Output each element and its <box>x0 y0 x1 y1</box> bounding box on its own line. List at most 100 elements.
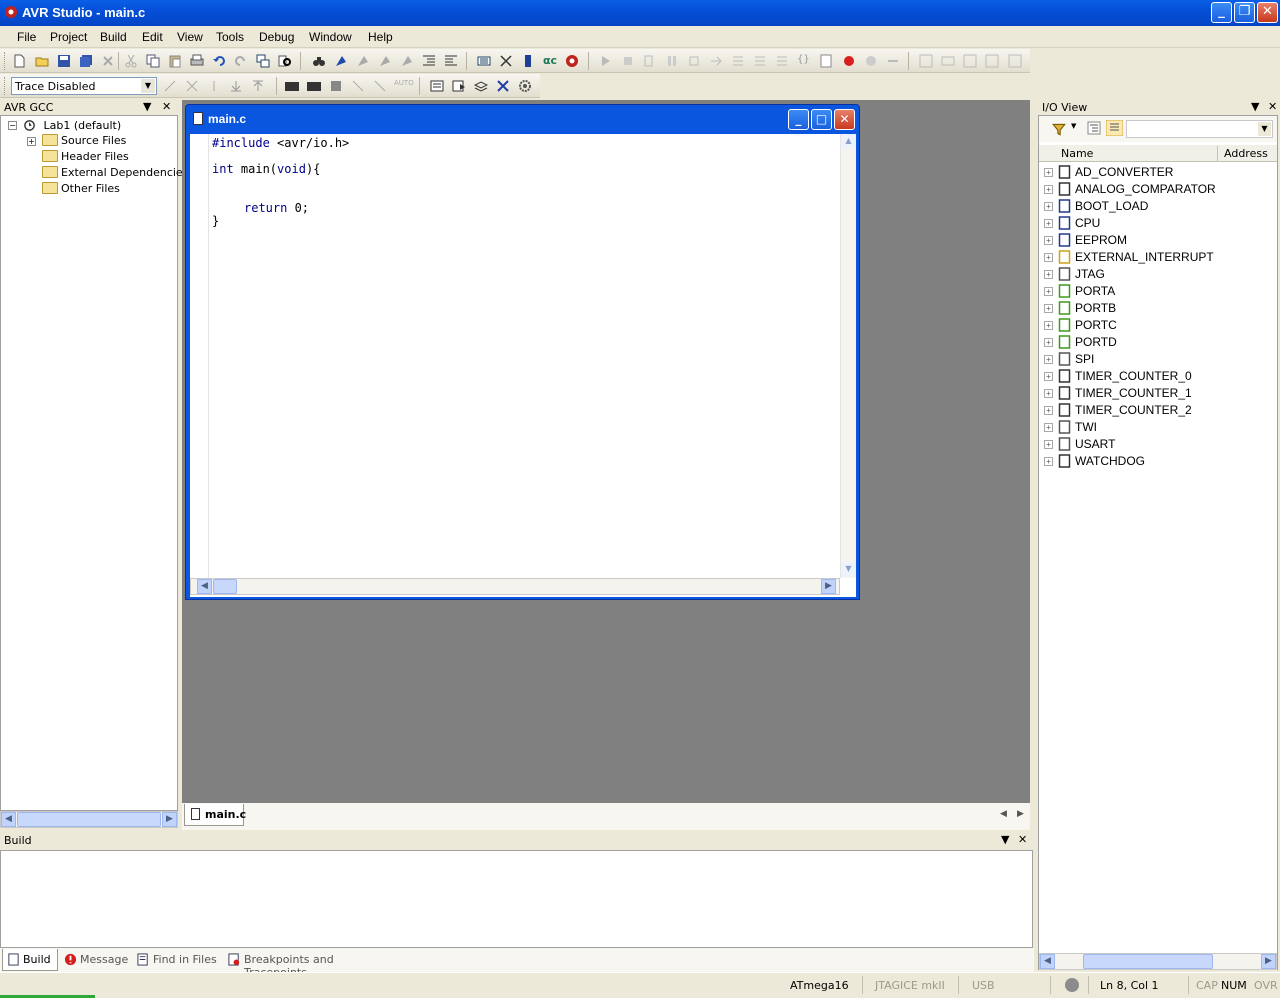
panel-close-icon[interactable]: ✕ <box>1018 833 1027 846</box>
auto-step-icon[interactable] <box>775 54 789 68</box>
menu-help[interactable]: Help <box>368 30 393 44</box>
stop-icon[interactable] <box>621 54 635 68</box>
tab-message[interactable]: Message <box>60 949 132 971</box>
maximize-button[interactable]: ❐ <box>1234 2 1255 23</box>
chip-icon[interactable] <box>521 54 535 68</box>
scroll-thumb[interactable] <box>213 579 237 594</box>
memory-view-icon[interactable] <box>941 54 955 68</box>
collapse-toggle[interactable]: − <box>8 121 17 130</box>
io-view-toggle-icon[interactable] <box>1008 54 1022 68</box>
expand-toggle[interactable]: + <box>1044 270 1053 279</box>
con-icon[interactable] <box>285 79 299 93</box>
editor-vscrollbar[interactable]: ▲ ▼ <box>840 134 856 578</box>
close-button[interactable]: ✕ <box>1257 2 1278 23</box>
tab-breakpoints[interactable]: Breakpoints and Tracepoints <box>224 949 396 979</box>
left-panel-hscrollbar[interactable]: ◀ ▶ <box>0 811 178 828</box>
prev-bookmark-icon[interactable] <box>378 54 392 68</box>
expand-toggle[interactable]: + <box>1044 253 1053 262</box>
compile-icon[interactable]: αc <box>543 54 557 68</box>
chevron-down-icon[interactable]: ▼ <box>1071 122 1076 130</box>
toolbar-grip[interactable] <box>4 52 7 70</box>
delete-icon[interactable] <box>496 79 510 93</box>
indent-icon[interactable] <box>422 54 436 68</box>
rebuild-icon[interactable] <box>499 54 513 68</box>
tree-item-project[interactable]: Lab1 (default) <box>22 118 121 134</box>
expand-toggle[interactable]: + <box>1044 287 1053 296</box>
expand-toggle[interactable]: + <box>1044 423 1053 432</box>
panel-dropdown-icon[interactable]: ▼ <box>143 100 151 113</box>
watch-icon[interactable] <box>886 54 900 68</box>
panel-close-icon[interactable]: ✕ <box>162 100 171 113</box>
scroll-left-icon[interactable]: ◀ <box>197 579 212 594</box>
tree-item-other-files[interactable]: Other Files <box>42 182 120 198</box>
settings-stack-icon[interactable] <box>474 79 488 93</box>
print-icon[interactable] <box>190 54 204 68</box>
scroll-thumb[interactable] <box>1083 954 1213 969</box>
build-icon[interactable] <box>477 54 491 68</box>
expand-toggle[interactable]: + <box>1044 440 1053 449</box>
column-name[interactable]: Name <box>1061 147 1093 160</box>
menu-view[interactable]: View <box>177 30 203 44</box>
scroll-down-icon[interactable]: ▼ <box>841 562 856 577</box>
trace-select[interactable]: Trace Disabled ▼ <box>11 77 157 95</box>
expand-toggle[interactable]: + <box>27 137 36 146</box>
column-address[interactable]: Address <box>1224 147 1268 160</box>
clear-bookmarks-icon[interactable] <box>400 54 414 68</box>
list-view-icon[interactable] <box>1106 120 1123 136</box>
braces-icon[interactable]: {} <box>797 54 811 68</box>
editor-hscrollbar[interactable]: ◀ ▶ <box>190 578 840 595</box>
tab-main-c[interactable]: main.c <box>184 804 246 826</box>
build-output[interactable] <box>0 850 1033 948</box>
tab-prev-icon[interactable]: ◀ <box>1000 809 1007 819</box>
toolbar-grip[interactable] <box>4 77 7 95</box>
run-icon[interactable] <box>599 54 613 68</box>
menu-window[interactable]: Window <box>309 30 352 44</box>
expand-toggle[interactable]: + <box>1044 389 1053 398</box>
editor-close-button[interactable]: ✕ <box>834 109 855 130</box>
run-to-cursor-icon[interactable] <box>753 54 767 68</box>
download-icon[interactable] <box>229 79 243 93</box>
expand-toggle[interactable]: + <box>1044 168 1053 177</box>
windows-icon[interactable] <box>256 54 270 68</box>
processor-view-icon[interactable] <box>919 54 933 68</box>
auto-icon[interactable]: AUTO <box>394 79 414 93</box>
expand-toggle[interactable]: + <box>1044 321 1053 330</box>
tab-find-in-files[interactable]: Find in Files <box>133 949 223 971</box>
reset-target-icon[interactable] <box>351 79 365 93</box>
expand-toggle[interactable]: + <box>1044 406 1053 415</box>
step-into-icon[interactable] <box>687 54 701 68</box>
memory-icon[interactable] <box>430 79 444 93</box>
expand-toggle[interactable]: + <box>1044 185 1053 194</box>
editor-minimize-button[interactable]: _ <box>788 109 809 130</box>
upload-icon[interactable] <box>251 79 265 93</box>
pause-icon[interactable] <box>665 54 679 68</box>
scroll-right-icon[interactable]: ▶ <box>162 812 177 827</box>
panel-dropdown-icon[interactable]: ▼ <box>1251 100 1259 113</box>
panel-close-icon[interactable]: ✕ <box>1268 100 1277 113</box>
gear-icon[interactable] <box>518 79 532 93</box>
chevron-down-icon[interactable]: ▼ <box>1258 122 1271 136</box>
next-bookmark-icon[interactable] <box>356 54 370 68</box>
io-search-combo[interactable]: ▼ <box>1126 120 1273 138</box>
io-filter-icon[interactable] <box>1051 121 1067 137</box>
tab-build[interactable]: Build <box>2 949 58 971</box>
watch-view-icon[interactable] <box>985 54 999 68</box>
code-editor[interactable]: #include <avr/io.h> int main(void){ retu… <box>190 134 856 597</box>
reset-icon[interactable] <box>643 54 657 68</box>
disassembler-icon[interactable] <box>819 54 833 68</box>
scroll-thumb[interactable] <box>17 812 161 827</box>
close-doc-icon[interactable] <box>101 54 115 68</box>
expand-toggle[interactable]: + <box>1044 202 1053 211</box>
step-out-icon[interactable] <box>731 54 745 68</box>
expand-toggle[interactable]: + <box>1044 338 1053 347</box>
copy-icon[interactable] <box>146 54 160 68</box>
expand-toggle[interactable]: + <box>1044 219 1053 228</box>
menu-file[interactable]: File <box>17 30 36 44</box>
toggle-bookmark-icon[interactable] <box>334 54 348 68</box>
minimize-button[interactable]: _ <box>1211 2 1232 23</box>
editor-maximize-button[interactable]: □ <box>811 109 832 130</box>
scroll-left-icon[interactable]: ◀ <box>1040 954 1055 969</box>
tree-item-header-files[interactable]: Header Files <box>42 150 129 166</box>
outdent-icon[interactable] <box>444 54 458 68</box>
scroll-left-icon[interactable]: ◀ <box>1 812 16 827</box>
